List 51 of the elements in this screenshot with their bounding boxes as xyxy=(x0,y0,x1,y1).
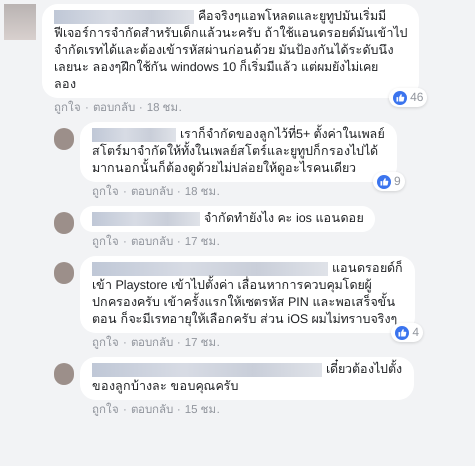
separator-dot: · xyxy=(176,235,181,250)
comment-action-link[interactable]: ตอบกลับ xyxy=(130,336,173,351)
like-count: 4 xyxy=(412,324,419,341)
separator-dot: · xyxy=(123,185,127,200)
avatar[interactable] xyxy=(54,212,74,234)
separator-dot: · xyxy=(85,101,89,116)
like-count-badge[interactable]: 46 xyxy=(389,88,428,107)
like-count: 46 xyxy=(410,89,424,106)
comment-time[interactable]: 18 ชม. xyxy=(184,185,220,200)
comment-action-link[interactable]: ถูกใจ xyxy=(54,101,81,116)
avatar[interactable] xyxy=(54,262,74,284)
comment-text: ลอง xyxy=(54,76,77,93)
like-count-badge[interactable]: 4 xyxy=(391,323,423,342)
thumbs-up-icon xyxy=(395,326,410,340)
comment-action-link[interactable]: ถูกใจ xyxy=(92,336,119,351)
comment-time[interactable]: 17 ชม. xyxy=(184,336,220,351)
comment-text: เดี๋ยวต้องไปตั้ง xyxy=(326,361,402,378)
separator-dot: · xyxy=(123,403,127,418)
comment-time[interactable]: 15 ชม. xyxy=(184,403,220,418)
comment-text: ฟีเจอร์การจำกัดสำหรับเด็กแล้วนะครับ ถ้าใช้แอนดรอยด์มันเข้าไป xyxy=(54,25,408,42)
comment-action-link[interactable]: ถูกใจ xyxy=(92,185,119,200)
separator-dot: · xyxy=(176,185,181,200)
comment-text: สโตร์มาจำกัดให้ทั้งในเพลย์สโตร์และยูทูปก็กรองไปได้ xyxy=(92,143,385,160)
comment-text: เข้า Playstore เข้าไปตั้งค่า เลื่อนหาการควบคุมโดยผู้ xyxy=(92,277,403,294)
separator-dot: · xyxy=(176,403,181,418)
comment-text: ของลูกบ้างละ ขอบคุณครับ xyxy=(92,378,240,395)
thumbs-up-icon xyxy=(377,174,392,188)
comment-action-link[interactable]: ตอบกลับ xyxy=(92,101,135,116)
separator-dot: · xyxy=(123,235,127,250)
comment-action-link[interactable]: ถูกใจ xyxy=(92,235,119,250)
comment-text: คือจริงๆแอพโหลดและยูทูปมันเริ่มมี xyxy=(198,8,386,25)
avatar[interactable] xyxy=(54,128,74,150)
comment-time[interactable]: 18 ชม. xyxy=(146,101,182,116)
separator-dot: · xyxy=(176,336,181,351)
comment-text: ปกครองครับ เข้าครั้งแรกให้เซตรหัส PIN และพอเสร็จขั้น xyxy=(92,294,403,311)
thumbs-up-icon xyxy=(393,90,408,104)
comment-text: แอนดรอยด์ก็ xyxy=(332,260,403,276)
like-count-badge[interactable]: 9 xyxy=(373,172,405,191)
avatar[interactable] xyxy=(54,363,74,385)
comment-action-link[interactable]: ถูกใจ xyxy=(92,403,119,418)
separator-dot: · xyxy=(138,101,143,116)
comment-action-link[interactable]: ตอบกลับ xyxy=(130,403,173,418)
comment-text: เราก็จำกัดของลูกไว้ที่5+ ตั้งค่าในเพลย์ xyxy=(180,126,385,143)
comment-action-link[interactable]: ตอบกลับ xyxy=(130,235,173,250)
comment-text: เลยนะ ลองๆฝึกใช้กัน windows 10 ก็เริ่มมีแล้ว แต่ผมยังไม่เคย xyxy=(54,59,380,76)
comment-text: จำกัดเรทได้และต้องเข้ารหัสผ่านก่อนด้วย มันป้องกันได้ระดับนึง xyxy=(54,42,394,58)
like-count: 9 xyxy=(394,173,401,190)
comment-action-link[interactable]: ตอบกลับ xyxy=(130,185,173,200)
comment-time[interactable]: 17 ชม. xyxy=(184,235,220,250)
separator-dot: · xyxy=(123,336,127,351)
comment-text: จำกัดทำยังไง คะ ios แอนดอย xyxy=(204,210,364,227)
